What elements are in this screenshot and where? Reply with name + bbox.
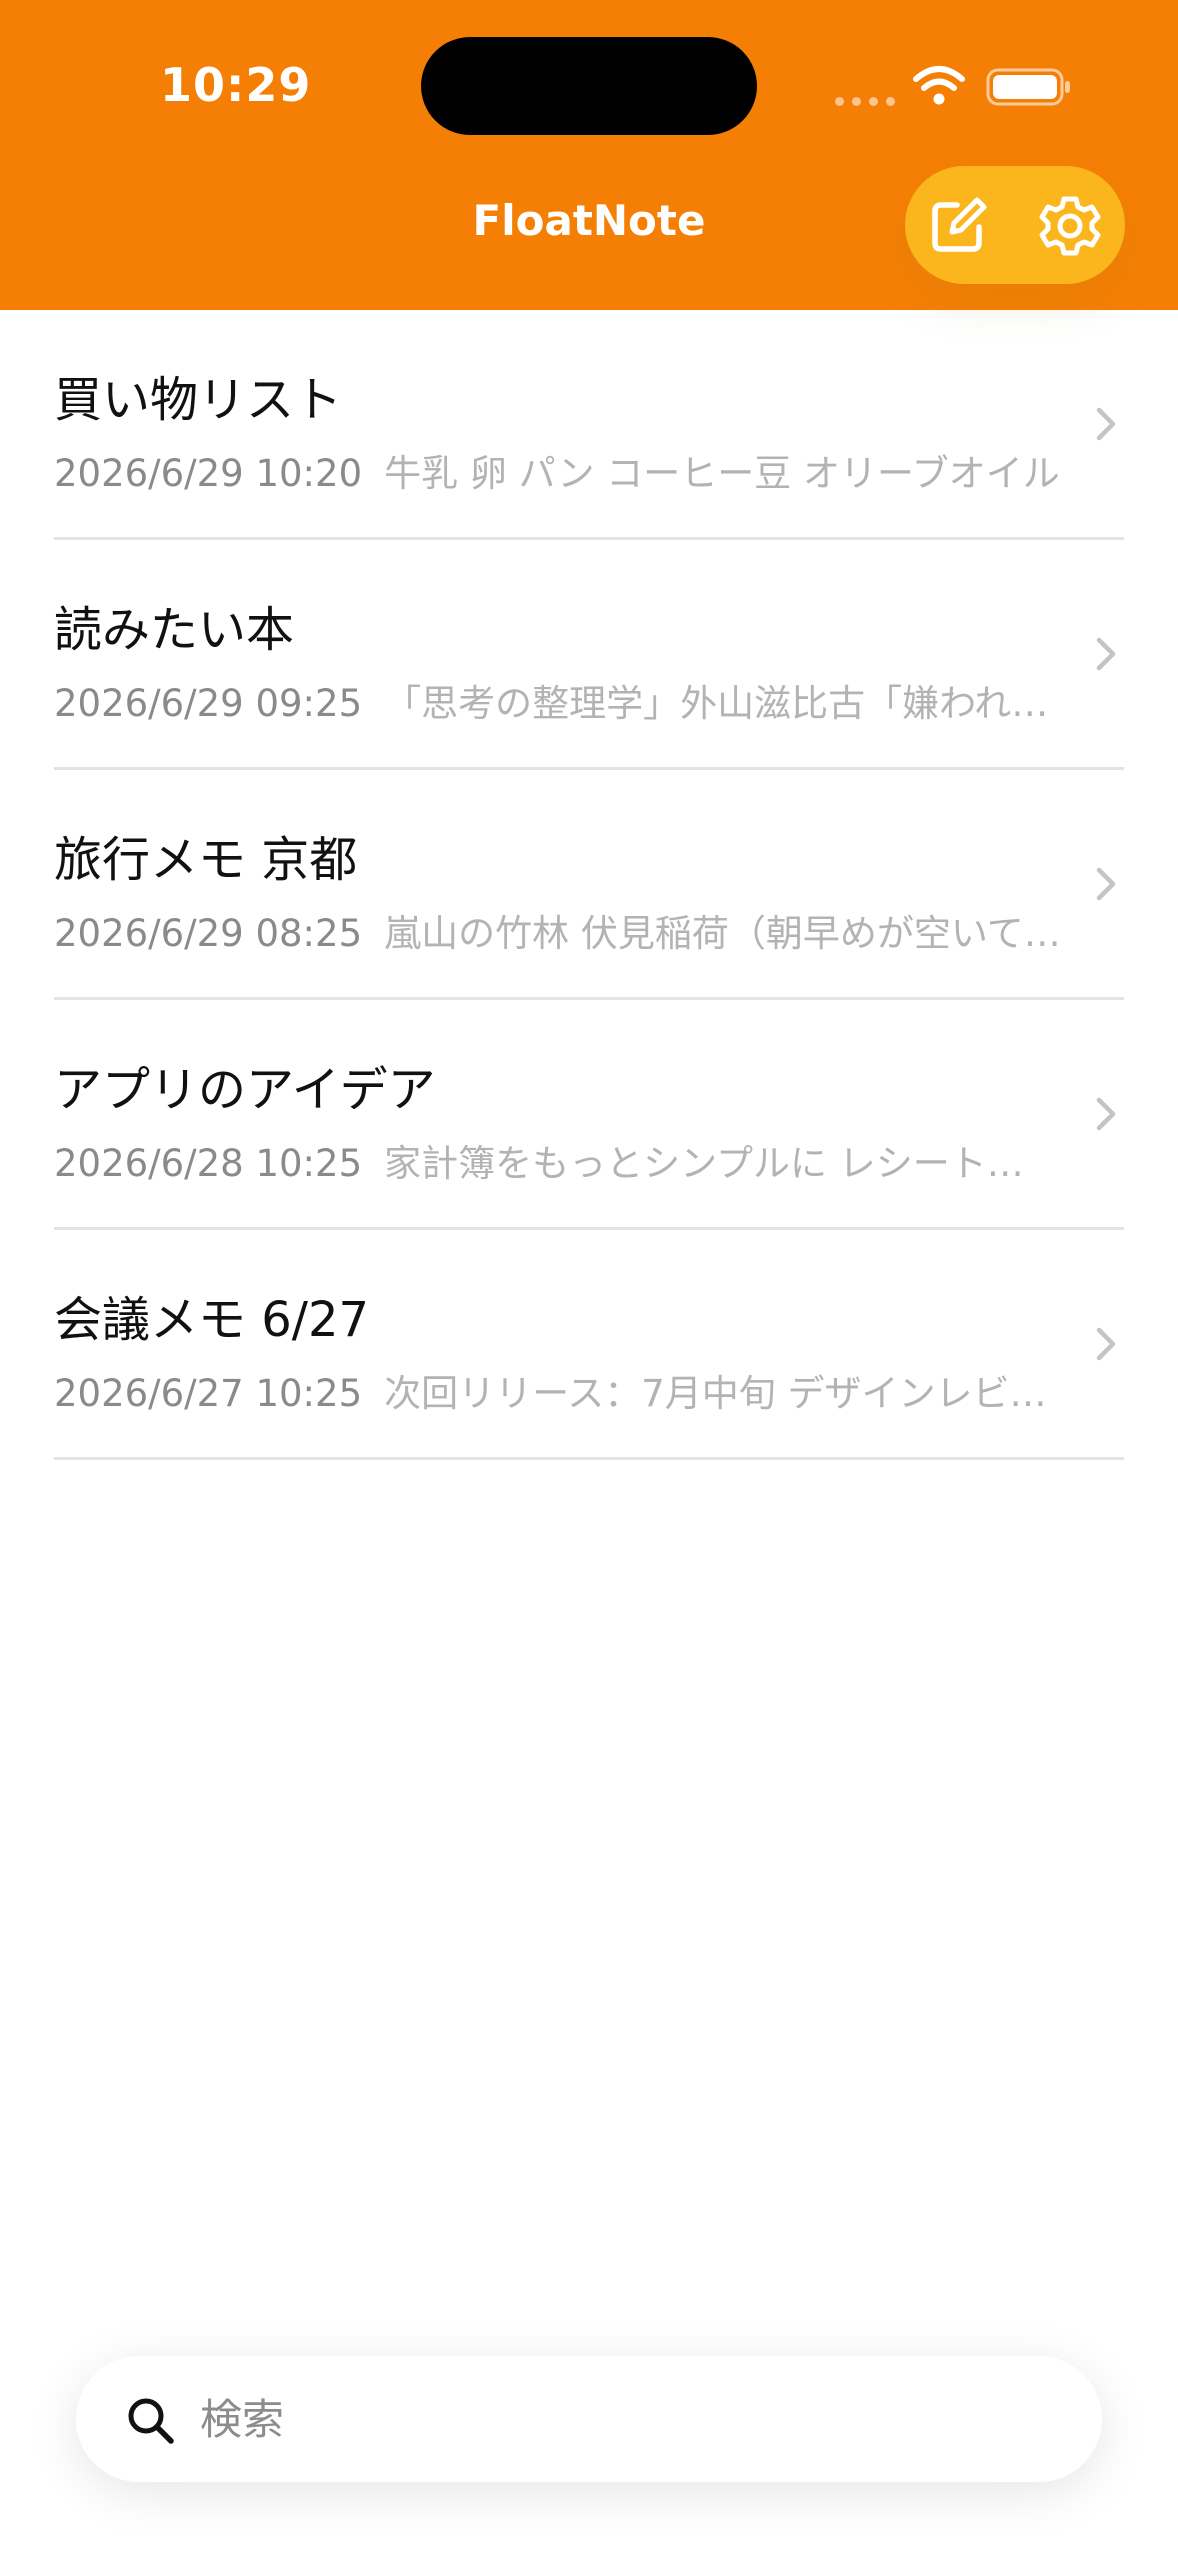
note-date: 2026/6/28 10:25: [54, 1142, 363, 1185]
wifi-icon: [913, 66, 965, 105]
note-meta: 2026/6/28 10:25 家計簿をもっとシンプルに レシート…: [54, 1133, 1064, 1187]
list-item[interactable]: 旅行メモ 京都 2026/6/29 08:25 嵐山の竹林 伏見稲荷（朝早めが空い…: [0, 770, 1178, 1000]
settings-button[interactable]: [1030, 189, 1110, 263]
divider: [54, 1457, 1124, 1460]
note-preview: 嵐山の竹林 伏見稲荷（朝早めが空いて…: [384, 912, 1061, 955]
list-item[interactable]: 会議メモ 6/27 2026/6/27 10:25 次回リリース：7月中旬 デザイ…: [0, 1230, 1178, 1460]
note-date: 2026/6/27 10:25: [54, 1372, 363, 1415]
note-meta: 2026/6/29 08:25 嵐山の竹林 伏見稲荷（朝早めが空いて…: [54, 903, 1064, 957]
search-icon: [128, 2398, 174, 2444]
compose-icon: [932, 197, 987, 252]
chevron-right-icon: [1096, 1097, 1116, 1131]
note-title: 旅行メモ 京都: [54, 832, 358, 888]
list-item[interactable]: 買い物リスト 2026/6/29 10:20 牛乳 卵 パン コーヒー豆 オリーブ…: [0, 310, 1178, 540]
chevron-right-icon: [1096, 407, 1116, 441]
note-title: 買い物リスト: [54, 372, 343, 428]
battery-icon: [986, 68, 1070, 106]
note-title: 会議メモ 6/27: [54, 1292, 370, 1348]
note-preview: 家計簿をもっとシンプルに レシート…: [384, 1142, 1024, 1185]
note-date: 2026/6/29 09:25: [54, 682, 363, 725]
chevron-right-icon: [1096, 867, 1116, 901]
cell-signal-icon: [835, 90, 895, 106]
note-preview: 牛乳 卵 パン コーヒー豆 オリーブオイル: [384, 452, 1060, 495]
header: 10:29 FloatNote: [0, 0, 1178, 310]
note-preview: 「思考の整理学」外山滋比古「嫌われ…: [384, 682, 1049, 725]
compose-button[interactable]: [920, 191, 996, 261]
gear-icon: [1039, 196, 1101, 256]
notes-screen: 10:29 FloatNote 買い物リスト 2026/6/29 10:20 牛…: [0, 0, 1178, 2560]
dynamic-island: [421, 37, 757, 135]
status-time: 10:29: [160, 58, 312, 112]
list-item[interactable]: アプリのアイデア 2026/6/28 10:25 家計簿をもっとシンプルに レシー…: [0, 1000, 1178, 1230]
search-bar[interactable]: [76, 2356, 1102, 2482]
search-input[interactable]: [198, 2384, 1058, 2454]
note-date: 2026/6/29 08:25: [54, 912, 363, 955]
note-date: 2026/6/29 10:20: [54, 452, 363, 495]
list-item[interactable]: 読みたい本 2026/6/29 09:25 「思考の整理学」外山滋比古「嫌われ…: [0, 540, 1178, 770]
notes-list: 買い物リスト 2026/6/29 10:20 牛乳 卵 パン コーヒー豆 オリーブ…: [0, 310, 1178, 1460]
note-meta: 2026/6/29 09:25 「思考の整理学」外山滋比古「嫌われ…: [54, 673, 1064, 727]
note-title: 読みたい本: [54, 602, 295, 658]
chevron-right-icon: [1096, 1327, 1116, 1361]
note-meta: 2026/6/29 10:20 牛乳 卵 パン コーヒー豆 オリーブオイル: [54, 443, 1064, 497]
note-meta: 2026/6/27 10:25 次回リリース：7月中旬 デザインレビ…: [54, 1363, 1064, 1417]
note-preview: 次回リリース：7月中旬 デザインレビ…: [384, 1372, 1047, 1415]
note-title: アプリのアイデア: [54, 1062, 436, 1118]
chevron-right-icon: [1096, 637, 1116, 671]
